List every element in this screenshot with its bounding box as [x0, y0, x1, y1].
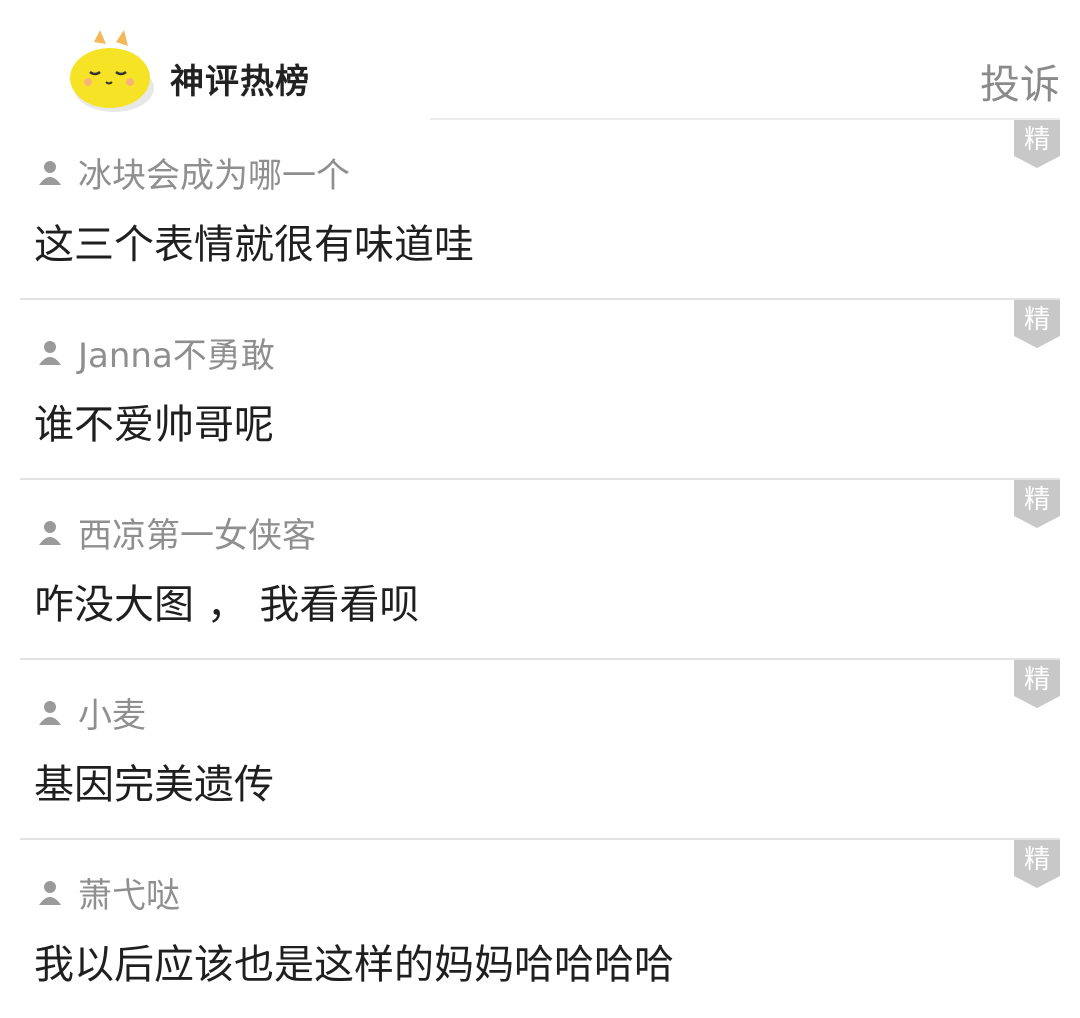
featured-badge-icon: 精 — [1014, 480, 1060, 528]
brand-title: 神评热榜 — [170, 62, 310, 102]
username[interactable]: 小麦 — [78, 688, 146, 737]
user-line: 小麦 — [36, 688, 146, 737]
comment-list: 精 冰块会成为哪一个 这三个表情就很有味道哇 精 Janna不勇敢 谁不爱帅哥呢 — [0, 120, 1080, 1018]
featured-badge-label: 精 — [1024, 125, 1050, 155]
featured-badge-label: 精 — [1024, 845, 1050, 875]
username[interactable]: 西凉第一女侠客 — [78, 508, 316, 557]
featured-badge-label: 精 — [1024, 305, 1050, 335]
username[interactable]: 冰块会成为哪一个 — [78, 148, 350, 197]
featured-badge-icon: 精 — [1014, 840, 1060, 888]
mascot-logo-icon — [70, 30, 154, 112]
user-line: 西凉第一女侠客 — [36, 508, 316, 557]
featured-badge-icon: 精 — [1014, 120, 1060, 168]
comment-item: 精 Janna不勇敢 谁不爱帅哥呢 — [20, 300, 1060, 480]
featured-badge-icon: 精 — [1014, 660, 1060, 708]
featured-badge-label: 精 — [1024, 665, 1050, 695]
comment-item: 精 西凉第一女侠客 咋没大图 ， 我看看呗 — [20, 480, 1060, 660]
comment-text: 这三个表情就很有味道哇 — [34, 222, 474, 268]
user-icon — [39, 700, 61, 725]
username[interactable]: 萧弋哒 — [78, 868, 180, 917]
user-line: 冰块会成为哪一个 — [36, 148, 350, 197]
username[interactable]: Janna不勇敢 — [78, 328, 275, 377]
header: 神评热榜 投诉 — [0, 0, 1080, 120]
user-icon — [39, 160, 61, 185]
user-line: Janna不勇敢 — [36, 328, 275, 377]
comment-text: 咋没大图 ， 我看看呗 — [34, 582, 420, 628]
comment-text: 谁不爱帅哥呢 — [34, 402, 274, 448]
comment-item: 精 小麦 基因完美遗传 — [20, 660, 1060, 840]
report-button[interactable]: 投诉 — [980, 52, 1060, 110]
user-line: 萧弋哒 — [36, 868, 180, 917]
user-icon — [39, 880, 61, 905]
user-icon — [39, 340, 61, 365]
user-icon — [39, 520, 61, 545]
featured-badge-icon: 精 — [1014, 300, 1060, 348]
comment-item: 精 冰块会成为哪一个 这三个表情就很有味道哇 — [20, 120, 1060, 300]
comment-text: 我以后应该也是这样的妈妈哈哈哈哈 — [34, 942, 674, 988]
comment-text: 基因完美遗传 — [34, 762, 274, 808]
comment-item: 精 萧弋哒 我以后应该也是这样的妈妈哈哈哈哈 — [20, 840, 1060, 1018]
featured-badge-label: 精 — [1024, 485, 1050, 515]
